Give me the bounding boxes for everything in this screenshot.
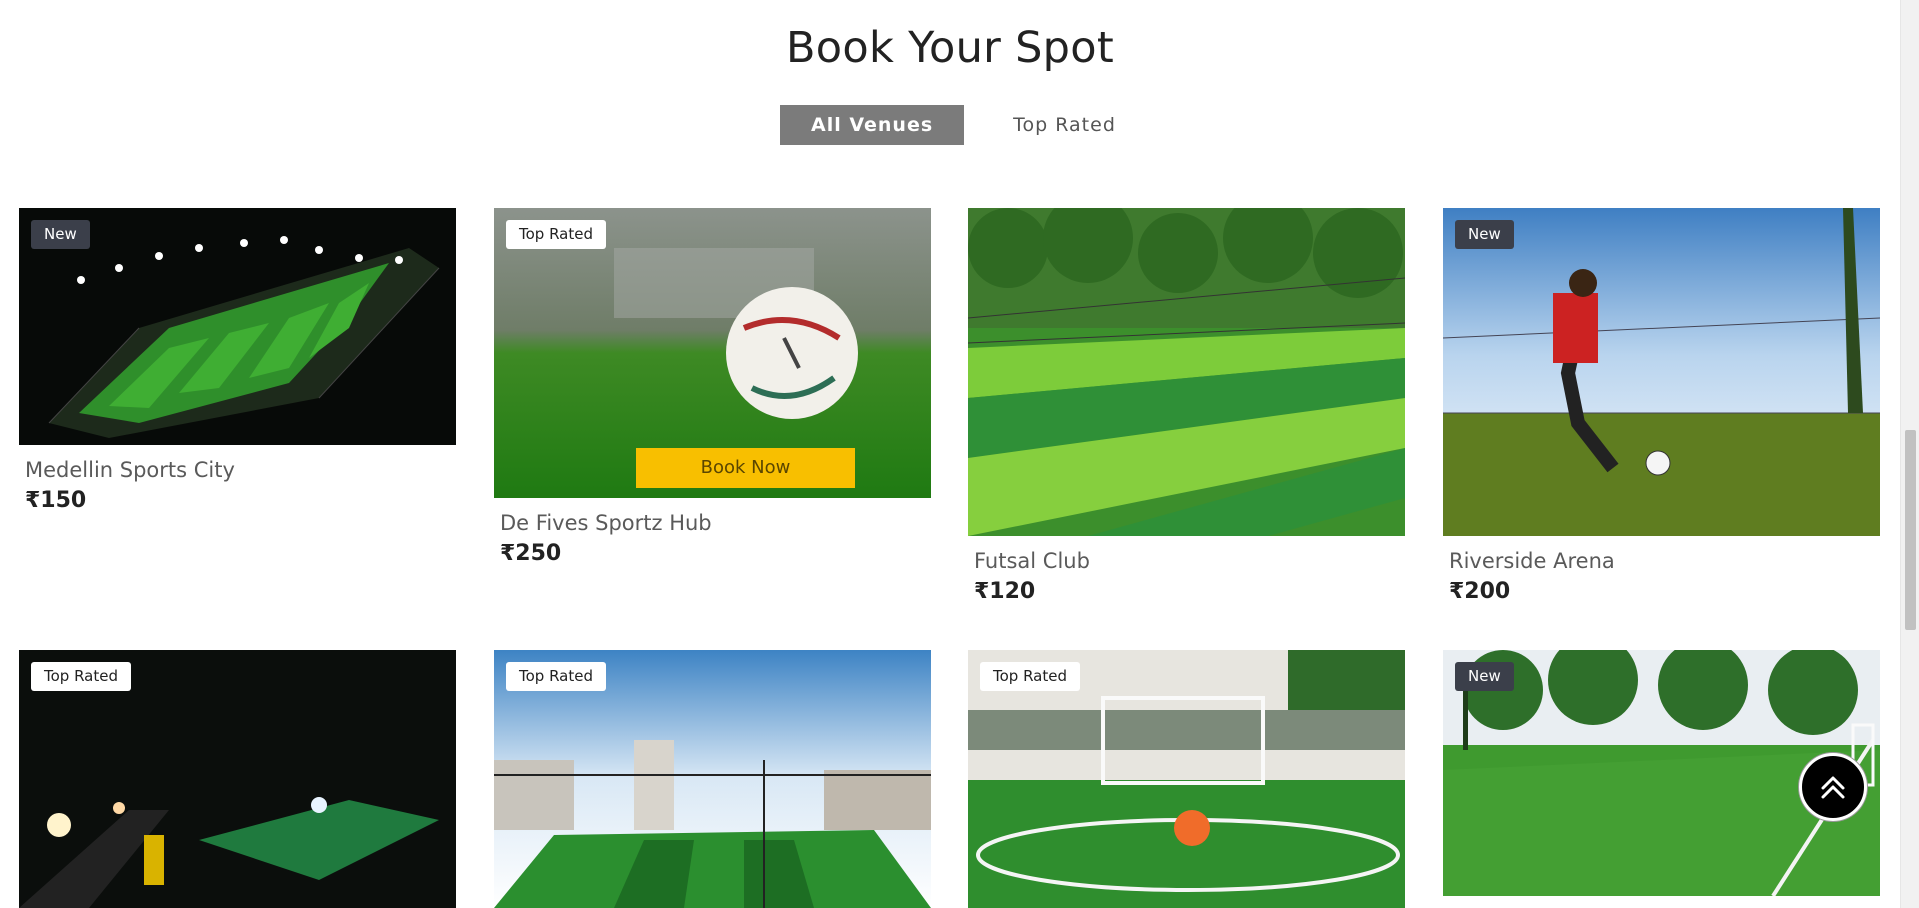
venue-card[interactable]: New Riverside Arena ₹200: [1443, 208, 1880, 604]
badge-top-rated: Top Rated: [506, 220, 606, 249]
double-chevron-up-icon: [1821, 776, 1845, 799]
venue-photo[interactable]: Top Rated: [968, 650, 1405, 908]
tab-all-venues[interactable]: All Venues: [780, 105, 965, 145]
scroll-to-top-button[interactable]: [1799, 753, 1867, 821]
venue-card[interactable]: New Medellin Sports City ₹150: [19, 208, 456, 513]
venue-photo[interactable]: Top Rated: [19, 650, 456, 908]
venue-price: ₹200: [1449, 579, 1511, 604]
page: Book Your Spot All Venues Top Rated New …: [0, 0, 1900, 908]
venue-card[interactable]: Top Rated: [494, 650, 931, 908]
badge-new: New: [31, 220, 90, 249]
striped-turf-palms-image: [968, 208, 1405, 536]
venue-card[interactable]: Top Rated: [968, 650, 1405, 908]
venue-photo[interactable]: New: [1443, 208, 1880, 536]
venue-photo[interactable]: Top Rated: [494, 650, 931, 908]
badge-top-rated: Top Rated: [506, 662, 606, 691]
venue-photo[interactable]: [968, 208, 1405, 536]
venue-photo[interactable]: New: [19, 208, 456, 445]
venue-card[interactable]: Top Rated: [19, 650, 456, 908]
scrollbar-thumb[interactable]: [1905, 430, 1916, 630]
badge-top-rated: Top Rated: [980, 662, 1080, 691]
venue-price: ₹150: [25, 488, 87, 513]
tab-top-rated[interactable]: Top Rated: [982, 105, 1147, 145]
badge-top-rated: Top Rated: [31, 662, 131, 691]
venue-name[interactable]: Futsal Club: [968, 549, 1405, 573]
venue-card[interactable]: Top Rated Book Now De Fives Sportz Hub ₹…: [494, 208, 931, 566]
vertical-scrollbar[interactable]: [1900, 0, 1919, 908]
venue-name[interactable]: Medellin Sports City: [19, 458, 456, 482]
filter-tabs: All Venues Top Rated: [780, 105, 1147, 145]
venue-name[interactable]: Riverside Arena: [1443, 549, 1880, 573]
book-now-button[interactable]: Book Now: [636, 448, 855, 488]
venue-card[interactable]: Futsal Club ₹120: [968, 208, 1405, 604]
venue-photo[interactable]: Top Rated Book Now: [494, 208, 931, 498]
venue-price: ₹250: [500, 541, 562, 566]
player-kicking-ball-image: [1443, 208, 1880, 536]
badge-new: New: [1455, 220, 1514, 249]
badge-new: New: [1455, 662, 1514, 691]
page-title: Book Your Spot: [785, 22, 1115, 73]
venue-name[interactable]: De Fives Sportz Hub: [494, 511, 931, 535]
venue-price: ₹120: [974, 579, 1036, 604]
